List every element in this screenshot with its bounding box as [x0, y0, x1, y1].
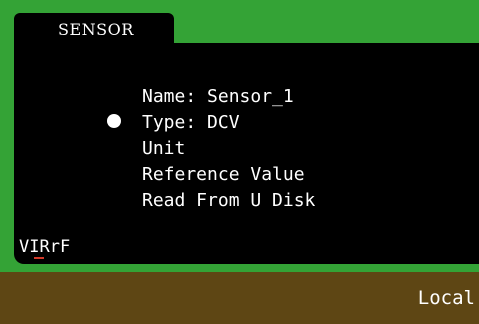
- brand-logo-text: VIRrF: [19, 237, 71, 257]
- menu-item-type[interactable]: Type: DCV: [142, 110, 315, 136]
- status-bar: Local: [0, 272, 479, 324]
- sensor-menu-list: Name: Sensor_1 Type: DCV Unit Reference …: [142, 84, 315, 214]
- selection-bullet-icon: [107, 114, 121, 128]
- menu-item-reference-value[interactable]: Reference Value: [142, 162, 315, 188]
- tab-sensor[interactable]: SENSOR: [14, 13, 174, 47]
- brand-underline-mark: [34, 257, 44, 259]
- menu-item-name[interactable]: Name: Sensor_1: [142, 84, 315, 110]
- menu-item-unit[interactable]: Unit: [142, 136, 315, 162]
- status-mode-label: Local: [417, 287, 475, 309]
- menu-item-read-from-u-disk[interactable]: Read From U Disk: [142, 188, 315, 214]
